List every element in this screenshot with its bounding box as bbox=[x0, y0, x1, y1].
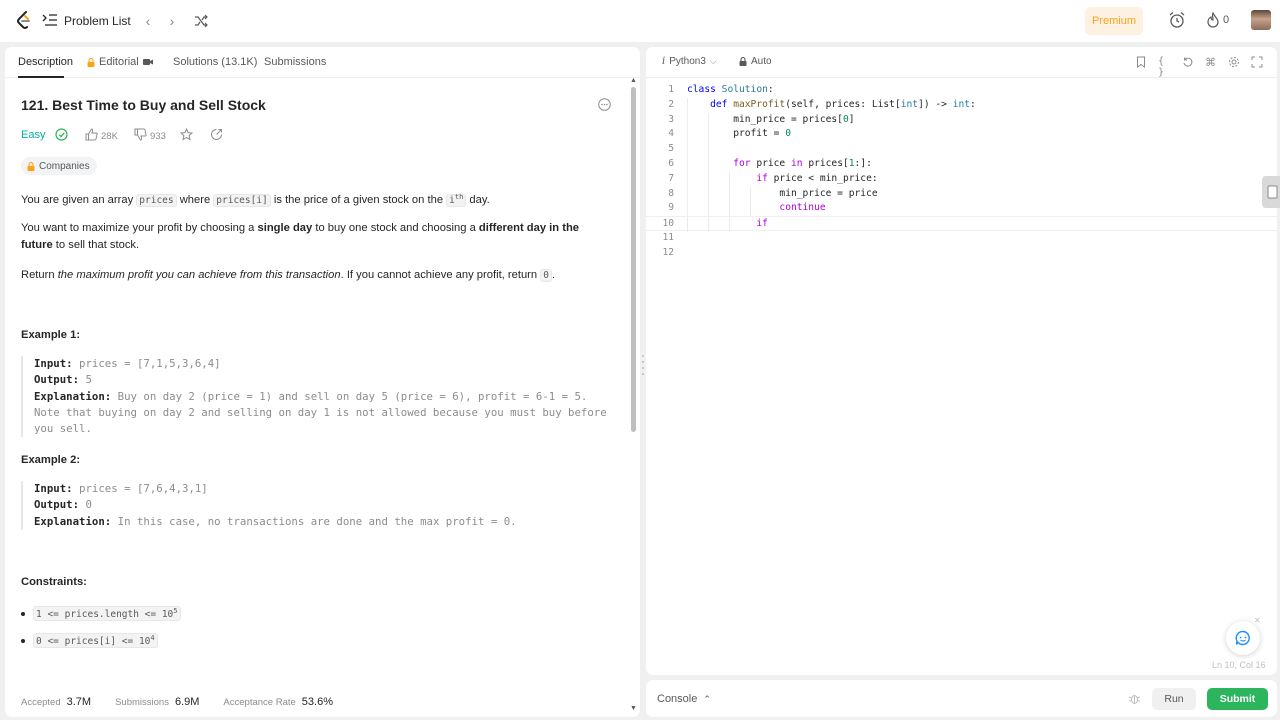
dislike-count: 933 bbox=[150, 131, 166, 142]
code-line: 3 min_price = prices[0] bbox=[646, 112, 1277, 128]
constraints-title: Constraints: bbox=[21, 576, 87, 588]
next-problem-icon[interactable]: › bbox=[163, 12, 181, 30]
code-line: 6 for price in prices[1:]: bbox=[646, 156, 1277, 172]
bookmark-icon[interactable] bbox=[1135, 56, 1147, 68]
problem-stats: Accepted 3.7M Submissions 6.9M Acceptance … bbox=[21, 696, 333, 708]
star-icon[interactable] bbox=[180, 128, 193, 141]
tab-solutions[interactable]: Solutions (13.1K) bbox=[173, 56, 257, 68]
lock-icon bbox=[27, 161, 35, 171]
description-scrollbar[interactable] bbox=[631, 87, 636, 432]
inline-code: prices bbox=[136, 194, 177, 208]
code-area[interactable]: 1 class Solution: 2 def maxProfit(self, p… bbox=[646, 83, 1277, 261]
example-1-title: Example 1: bbox=[21, 329, 81, 341]
alarm-clock-icon[interactable] bbox=[1168, 11, 1186, 29]
example-1-block: Input: prices = [7,1,5,3,6,4] Output: 5 … bbox=[21, 356, 621, 438]
lock-icon bbox=[739, 57, 747, 66]
code-editor-panel: i Python3 ⌵ Auto { } ⌘ 1 class Solution: … bbox=[646, 47, 1277, 675]
tab-submissions[interactable]: Submissions bbox=[264, 56, 326, 68]
difficulty-badge: Easy bbox=[21, 129, 46, 141]
active-tab-indicator bbox=[18, 76, 64, 78]
share-icon[interactable] bbox=[210, 128, 223, 141]
constraint-item: 1 <= prices.length <= 105 bbox=[21, 606, 181, 622]
top-nav: Problem List ‹ › Premium 0 bbox=[0, 0, 1280, 42]
acceptance-rate: 53.6% bbox=[301, 696, 333, 708]
code-line: 5 bbox=[646, 142, 1277, 157]
problem-title: 121. Best Time to Buy and Sell Stock bbox=[21, 97, 266, 113]
code-line: 9 continue bbox=[646, 201, 1277, 217]
autocomplete-mode[interactable]: Auto bbox=[739, 56, 772, 67]
code-line: 11 bbox=[662, 231, 674, 243]
constraint-item: 0 <= prices[i] <= 104 bbox=[21, 633, 158, 649]
tab-editorial-label: Editorial bbox=[99, 56, 139, 68]
chevron-up-icon: ⌃ bbox=[703, 694, 711, 704]
inline-code: ith bbox=[446, 193, 467, 208]
problem-statement-1: You are given an array prices where pric… bbox=[21, 193, 490, 208]
code-line: 2 def maxProfit(self, prices: List[int])… bbox=[646, 97, 1277, 113]
video-icon bbox=[142, 59, 153, 65]
accepted-count: 3.7M bbox=[66, 696, 92, 708]
more-options-icon[interactable] bbox=[598, 98, 611, 111]
description-panel: Description Editorial Solutions (13.1K) … bbox=[5, 47, 640, 717]
code-line-current: 10 if bbox=[646, 216, 1277, 232]
console-toggle[interactable]: Console ⌃ bbox=[657, 693, 711, 705]
lock-icon bbox=[87, 57, 95, 67]
avatar[interactable] bbox=[1251, 10, 1271, 30]
premium-button[interactable]: Premium bbox=[1085, 7, 1143, 35]
inline-code: prices[i] bbox=[213, 194, 271, 208]
gear-icon[interactable] bbox=[1228, 56, 1240, 68]
like-count: 28K bbox=[101, 131, 118, 142]
inline-code: 0 bbox=[540, 269, 552, 282]
notes-icon bbox=[1267, 185, 1278, 199]
code-line: 8 min_price = price bbox=[646, 186, 1277, 202]
editor-toolbar: i Python3 ⌵ Auto { } ⌘ bbox=[646, 47, 1277, 78]
chevron-down-icon: ⌵ bbox=[709, 56, 717, 66]
leetcode-logo-icon[interactable] bbox=[16, 11, 32, 31]
submit-button[interactable]: Submit bbox=[1207, 688, 1268, 710]
solved-check-icon bbox=[55, 128, 68, 141]
example-2-block: Input: prices = [7,6,4,3,1] Output: 0 Ex… bbox=[21, 481, 621, 530]
companies-label: Companies bbox=[39, 160, 90, 172]
companies-tag[interactable]: Companies bbox=[21, 157, 97, 175]
streak-fire-icon[interactable] bbox=[1206, 12, 1220, 28]
description-tabs: Description Editorial Solutions (13.1K) … bbox=[5, 47, 640, 78]
shuffle-icon[interactable] bbox=[192, 12, 210, 30]
chat-assistant-button[interactable] bbox=[1226, 621, 1260, 655]
run-button[interactable]: Run bbox=[1152, 688, 1196, 710]
example-2-title: Example 2: bbox=[21, 454, 81, 466]
code-line: 4 profit = 0 bbox=[646, 127, 1277, 143]
scroll-down-icon[interactable]: ▼ bbox=[630, 705, 637, 712]
info-icon: i bbox=[662, 56, 666, 67]
language-select[interactable]: i Python3 ⌵ bbox=[662, 56, 717, 67]
format-braces-icon[interactable]: { } bbox=[1158, 56, 1170, 78]
thumbs-down-icon[interactable] bbox=[134, 128, 147, 141]
problem-statement-2: You want to maximize your profit by choo… bbox=[21, 222, 579, 251]
problem-statement-3: Return the maximum profit you can achiev… bbox=[21, 269, 556, 282]
debug-bug-icon[interactable] bbox=[1128, 692, 1141, 705]
thumbs-up-icon[interactable] bbox=[85, 128, 98, 141]
chat-bubble-icon bbox=[1235, 630, 1250, 646]
shortcuts-icon[interactable]: ⌘ bbox=[1205, 56, 1217, 69]
streak-count: 0 bbox=[1223, 14, 1230, 26]
problem-list-icon[interactable] bbox=[42, 12, 58, 28]
tab-editorial[interactable]: Editorial bbox=[87, 56, 153, 68]
prev-problem-icon[interactable]: ‹ bbox=[139, 12, 157, 30]
code-line: 7 if price < min_price: bbox=[646, 171, 1277, 187]
reset-icon[interactable] bbox=[1182, 56, 1194, 68]
code-line: 12 bbox=[662, 246, 674, 258]
problem-list-link[interactable]: Problem List bbox=[64, 14, 131, 28]
console-bar: Console ⌃ Run Submit bbox=[646, 680, 1277, 717]
code-line: 1 class Solution: bbox=[668, 84, 774, 95]
scroll-up-icon[interactable]: ▲ bbox=[630, 77, 637, 84]
side-panel-toggle[interactable] bbox=[1262, 176, 1280, 208]
cursor-position: Ln 10, Col 16 bbox=[1212, 660, 1266, 670]
fullscreen-icon[interactable] bbox=[1251, 56, 1263, 68]
submissions-count: 6.9M bbox=[174, 696, 200, 708]
tab-description[interactable]: Description bbox=[18, 56, 73, 68]
close-chat-icon[interactable]: ✕ bbox=[1254, 616, 1261, 625]
